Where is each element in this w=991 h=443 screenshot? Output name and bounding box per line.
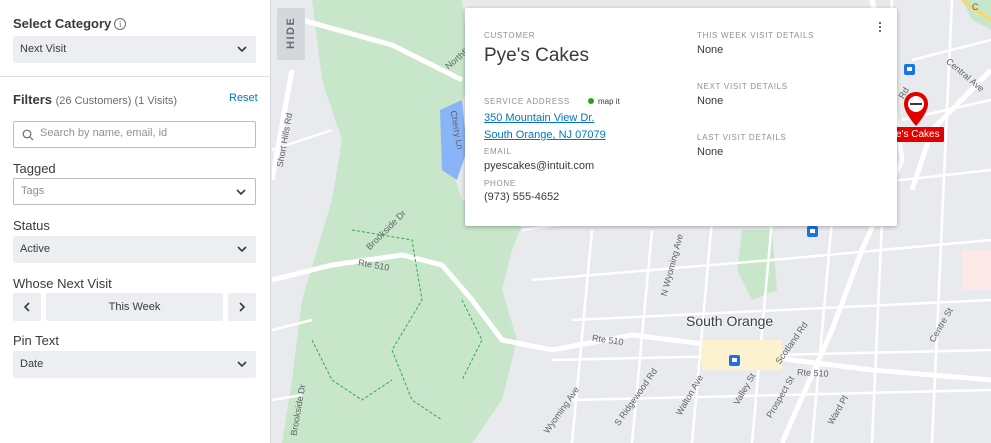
phone-value: (973) 555-4652 [484, 191, 560, 203]
map-it-link[interactable]: map it [588, 97, 620, 106]
pin-text-label: Pin Text [13, 333, 60, 348]
more-options-icon[interactable] [874, 21, 886, 37]
chevron-down-icon [237, 246, 247, 253]
chevron-right-icon [239, 302, 246, 312]
filters-counts: (26 Customers) (1 Visits) [55, 95, 178, 107]
tags-dropdown[interactable]: Tags [13, 178, 256, 205]
chevron-down-icon [237, 361, 247, 368]
email-label: EMAIL [484, 147, 512, 156]
hide-sidebar-button[interactable]: HIDE [277, 8, 305, 60]
transit-icon [807, 226, 818, 237]
sidebar: Select Category i Next Visit Filters (26 … [0, 0, 271, 443]
filters-heading: Filters (26 Customers) (1 Visits) [13, 92, 178, 107]
status-dot-icon [588, 98, 594, 104]
transit-icon [729, 355, 740, 366]
service-address-label: SERVICE ADDRESS [484, 97, 570, 106]
map-pin-icon [904, 92, 928, 126]
transit-icon [904, 64, 915, 75]
chevron-left-icon [23, 302, 30, 312]
status-label: Status [13, 218, 50, 233]
next-visit-value: None [697, 95, 724, 107]
select-category-label: Select Category i [13, 16, 127, 31]
road-label: C [972, 2, 979, 12]
week-selector[interactable]: This Week [46, 293, 223, 321]
search-field[interactable] [13, 121, 256, 148]
info-icon[interactable]: i [114, 18, 127, 30]
road-label: Rte 510 [796, 367, 829, 379]
customer-pin[interactable] [903, 91, 929, 132]
hospital-area [962, 250, 991, 290]
prev-week-button[interactable] [13, 293, 41, 321]
pin-text-dropdown[interactable]: Date [13, 351, 256, 378]
address-line1[interactable]: 350 Mountain View Dr. [484, 112, 594, 124]
whose-next-visit-label: Whose Next Visit [13, 276, 112, 291]
address-line2[interactable]: South Orange, NJ 07079 [484, 129, 606, 141]
email-value: pyescakes@intuit.com [484, 160, 595, 172]
next-visit-label: NEXT VISIT DETAILS [697, 82, 788, 91]
customer-card: CUSTOMER Pye's Cakes SERVICE ADDRESS map… [465, 8, 897, 226]
customer-label: CUSTOMER [484, 31, 536, 40]
tagged-label: Tagged [13, 161, 56, 176]
next-week-button[interactable] [228, 293, 256, 321]
divider [0, 76, 271, 77]
search-input[interactable] [40, 127, 250, 139]
chevron-down-icon [237, 46, 247, 53]
status-dropdown[interactable]: Active [13, 236, 256, 263]
town-label: South Orange [686, 313, 774, 329]
chevron-down-icon [236, 189, 246, 196]
last-visit-label: LAST VISIT DETAILS [697, 133, 787, 142]
last-visit-value: None [697, 146, 724, 158]
select-category-dropdown[interactable]: Next Visit [13, 36, 256, 63]
this-week-label: THIS WEEK VISIT DETAILS [697, 31, 815, 40]
this-week-value: None [697, 44, 724, 56]
customer-name: Pye's Cakes [484, 45, 590, 66]
phone-label: PHONE [484, 179, 516, 188]
reset-link[interactable]: Reset [229, 92, 258, 104]
search-icon [22, 129, 34, 141]
downtown-area [702, 340, 782, 370]
